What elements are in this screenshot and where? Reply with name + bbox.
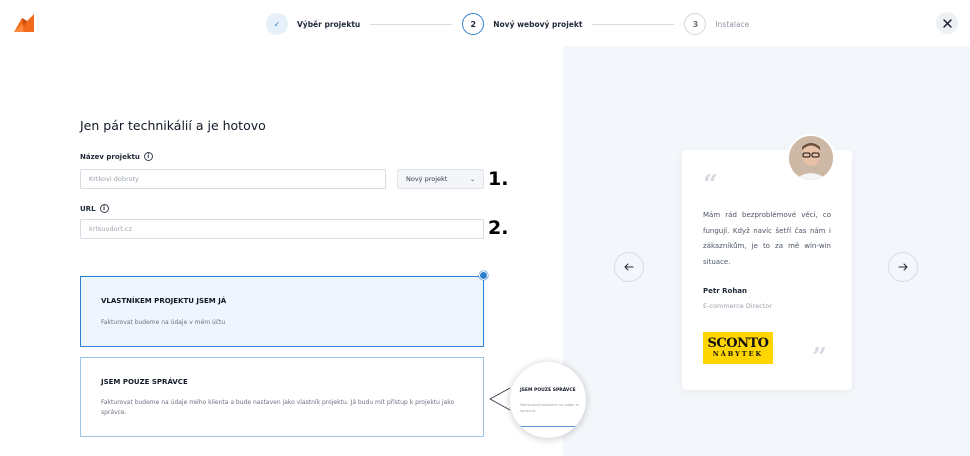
step-installation: 3 Instalace	[684, 13, 749, 35]
step-1-label: Výběr projektu	[297, 19, 361, 29]
zoom-magnifier: JSEM POUZE SPRÁVCE Fakturovat budeme na …	[510, 362, 586, 438]
testimonial-role: E-commerce Director	[703, 302, 772, 310]
annotation-2: 2.	[488, 217, 509, 239]
progress-stepper: ✓ Výběr projektu 2 Nový webový projekt 3…	[266, 12, 749, 36]
admin-option-description: Fakturovat budeme na údaje mého klienta …	[101, 399, 455, 416]
checkmark-icon: ✓	[273, 19, 281, 29]
step-2-circle: 2	[462, 13, 485, 35]
fox-logo-icon[interactable]	[14, 14, 34, 32]
testimonial-text: Mám rád bezproblémové věci, co fungují. …	[703, 211, 831, 266]
step-divider	[592, 23, 675, 25]
avatar	[787, 134, 835, 182]
annotation-1: 1.	[488, 168, 509, 190]
quote-close-icon: ”	[812, 343, 827, 373]
magnifier-description: Fakturovat budeme na údaje m správce.	[520, 402, 580, 413]
next-testimonial-button[interactable]	[888, 252, 918, 282]
url-label-text: URL	[80, 204, 96, 213]
brand-logo-top: SCONTO	[707, 336, 769, 351]
info-icon[interactable]: i	[143, 152, 153, 161]
project-name-label-text: Název projektu	[80, 152, 140, 161]
project-type-select[interactable]: Nový projekt ⌄	[397, 169, 484, 189]
close-icon	[942, 18, 952, 28]
magnifier-connector	[489, 387, 511, 411]
page: ✓ Výběr projektu 2 Nový webový projekt 3…	[0, 0, 970, 456]
project-name-input[interactable]	[80, 169, 386, 189]
selected-check-icon	[479, 271, 488, 280]
step-project-selection[interactable]: ✓ Výběr projektu	[266, 13, 360, 35]
previous-testimonial-button[interactable]	[614, 252, 644, 282]
arrow-left-icon	[624, 263, 634, 271]
admin-option-title: JSEM POUZE SPRÁVCE	[101, 378, 188, 386]
step-divider	[370, 23, 453, 25]
url-input[interactable]	[80, 219, 484, 239]
magnifier-title: JSEM POUZE SPRÁVCE	[520, 388, 576, 393]
sconto-logo: SCONTO NÁBYTEK	[703, 332, 773, 364]
quote-open-icon: “	[703, 170, 718, 200]
step-3-circle: 3	[684, 13, 707, 35]
brand-logo-bottom: NÁBYTEK	[712, 350, 764, 358]
step-3-label: Instalace	[715, 19, 750, 29]
close-button[interactable]	[936, 12, 958, 34]
url-label: URL i	[80, 204, 109, 213]
info-icon[interactable]: i	[99, 204, 109, 213]
chevron-down-icon: ⌄	[469, 175, 475, 183]
owner-option-description: Fakturovat budeme na údaje v mém účtu	[101, 319, 226, 326]
step-1-circle: ✓	[266, 13, 288, 35]
owner-option-title: VLASTNÍKEM PROJEKTU JSEM JÁ	[101, 297, 227, 305]
admin-option-card[interactable]: JSEM POUZE SPRÁVCE Fakturovat budeme na …	[80, 357, 484, 437]
owner-option-card[interactable]: VLASTNÍKEM PROJEKTU JSEM JÁ Fakturovat b…	[80, 276, 484, 347]
testimonial-author: Petr Rohan	[703, 287, 748, 295]
step-2-label: Nový webový projekt	[493, 19, 583, 29]
step-new-web-project: 2 Nový webový projekt	[462, 13, 582, 35]
page-title: Jen pár technikálií a je hotovo	[80, 118, 266, 133]
magnifier-border-line	[518, 426, 580, 427]
project-type-value: Nový projekt	[406, 175, 448, 183]
arrow-right-icon	[898, 263, 908, 271]
project-name-label: Název projektu i	[80, 152, 153, 161]
